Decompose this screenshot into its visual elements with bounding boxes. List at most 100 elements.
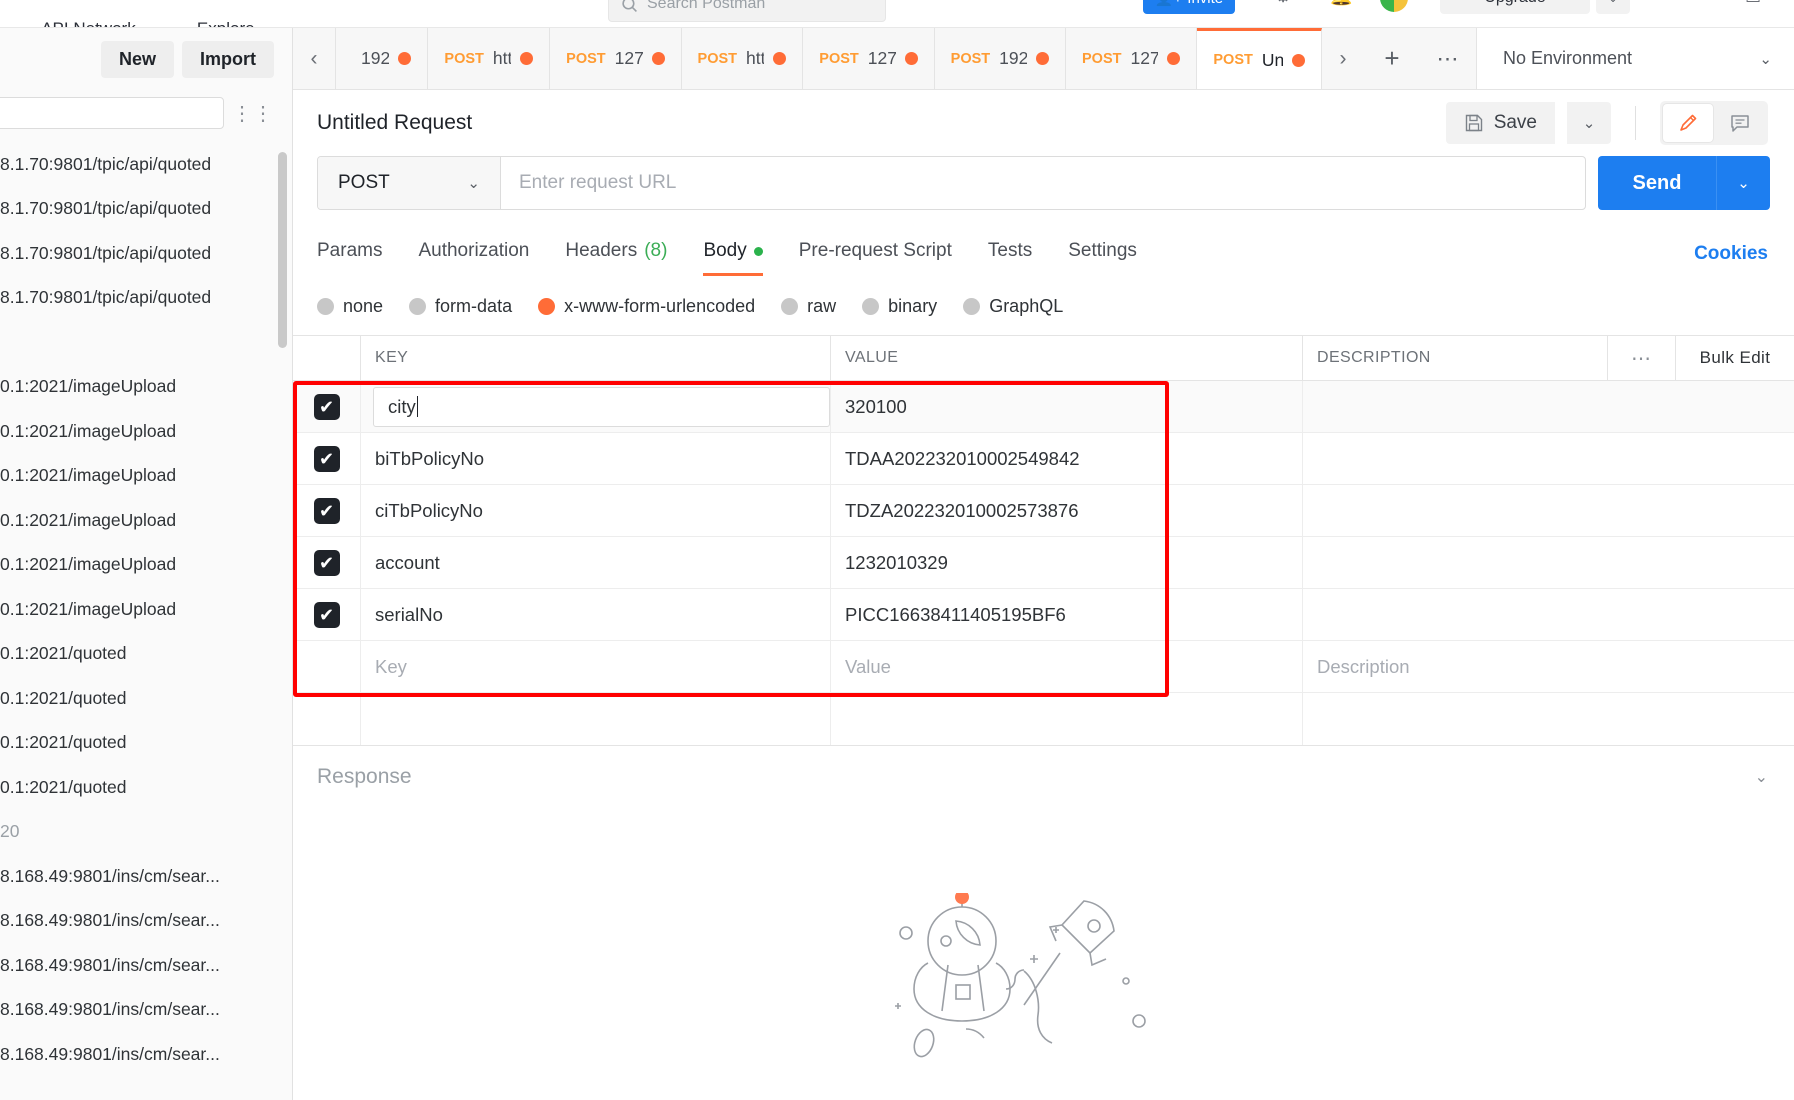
row-key-cell[interactable]: ciTbPolicyNo xyxy=(361,485,831,536)
row-key-cell[interactable]: biTbPolicyNo xyxy=(361,433,831,484)
body-type-graphql[interactable]: GraphQL xyxy=(963,296,1063,317)
row-description-cell[interactable] xyxy=(1303,485,1794,536)
body-type-none[interactable]: none xyxy=(317,296,383,317)
list-item[interactable]: 8.1.70:9801/tpic/api/quoted xyxy=(0,187,292,232)
tab-item[interactable]: POST htt xyxy=(428,28,551,89)
row-value-cell[interactable]: 320100 xyxy=(831,381,1303,432)
new-button[interactable]: New xyxy=(100,40,174,78)
list-item[interactable]: 0.1:2021/imageUpload xyxy=(0,543,292,588)
upgrade-caret-icon[interactable]: ⌄ xyxy=(1596,0,1630,14)
row-key-cell[interactable]: serialNo xyxy=(361,589,831,640)
row-value-cell[interactable]: 1232010329 xyxy=(831,537,1303,588)
row-checkbox-cell[interactable]: ✔ xyxy=(293,381,361,432)
workspace-caret-icon[interactable]: ⌄ xyxy=(6,22,15,27)
new-tab-button[interactable]: + xyxy=(1364,28,1420,89)
sidebar-filter-input[interactable] xyxy=(0,97,224,129)
save-options-caret-icon[interactable]: ⌄ xyxy=(1567,102,1611,144)
list-item[interactable]: 0.1:2021/quoted xyxy=(0,676,292,721)
chevron-down-icon[interactable]: ⌄ xyxy=(1755,767,1768,787)
bell-icon[interactable]: 🔔 xyxy=(1330,0,1352,7)
tab-item[interactable]: POST 127 xyxy=(1066,28,1198,89)
row-checkbox-cell[interactable]: ✔ xyxy=(293,485,361,536)
row-description-cell[interactable] xyxy=(1303,537,1794,588)
list-item[interactable]: 8.168.49:9801/ins/cm/sear... xyxy=(0,988,292,1033)
row-description-cell[interactable] xyxy=(1303,589,1794,640)
panel-toggle-icon[interactable]: ☐ xyxy=(1745,0,1761,7)
send-options-caret-icon[interactable]: ⌄ xyxy=(1716,156,1770,210)
list-item[interactable]: 8.1.70:9801/tpic/api/quoted xyxy=(0,276,292,321)
tab-params[interactable]: Params xyxy=(317,232,382,276)
url-input[interactable]: Enter request URL xyxy=(501,157,1585,209)
tab-body[interactable]: Body xyxy=(703,232,764,276)
tab-settings[interactable]: Settings xyxy=(1068,232,1137,276)
row-value-cell[interactable]: TDAA202232010002549842 xyxy=(831,433,1303,484)
row-description-cell[interactable] xyxy=(1303,433,1794,484)
more-horizontal-icon[interactable]: ⋮⋮ xyxy=(232,101,274,126)
list-item[interactable]: 0.1:2021/imageUpload xyxy=(0,587,292,632)
list-item[interactable]: 8.168.49:9801/ins/cm/sear... xyxy=(0,943,292,988)
table-options-icon[interactable]: ⋯ xyxy=(1608,335,1676,381)
list-item[interactable]: 0.1:2021/imageUpload xyxy=(0,498,292,543)
row-description-cell[interactable] xyxy=(1303,381,1794,432)
checkbox-checked-icon[interactable]: ✔ xyxy=(313,601,340,628)
body-type-binary[interactable]: binary xyxy=(862,296,937,317)
tab-item[interactable]: 192 xyxy=(335,28,429,89)
save-button[interactable]: Save xyxy=(1445,102,1555,144)
http-method-select[interactable]: POST ⌄ xyxy=(318,157,501,209)
body-type-raw[interactable]: raw xyxy=(781,296,836,317)
checkbox-checked-icon[interactable]: ✔ xyxy=(313,497,340,524)
avatar[interactable] xyxy=(1380,0,1408,12)
sidebar-history-list[interactable]: 8.1.70:9801/tpic/api/quoted 8.1.70:9801/… xyxy=(0,136,292,1100)
upgrade-button[interactable]: Upgrade xyxy=(1440,0,1590,14)
table-row[interactable]: ✔ account 1232010329 xyxy=(293,537,1794,589)
invite-button[interactable]: 👤+ Invite xyxy=(1143,0,1235,14)
import-button[interactable]: Import xyxy=(182,40,274,78)
tab-authorization[interactable]: Authorization xyxy=(418,232,529,276)
tab-item[interactable]: POST htt xyxy=(681,28,804,89)
key-input-active[interactable]: city xyxy=(373,386,830,427)
row-checkbox-cell[interactable]: ✔ xyxy=(293,589,361,640)
list-item[interactable]: 0.1:2021/imageUpload xyxy=(0,365,292,410)
list-item[interactable]: 8.1.70:9801/tpic/api/quoted xyxy=(0,142,292,187)
table-row[interactable]: ✔ ciTbPolicyNo TDZA202232010002573876 xyxy=(293,485,1794,537)
new-key-input[interactable]: Key xyxy=(361,641,831,692)
tab-item[interactable]: POST 127 xyxy=(803,28,935,89)
api-network-caret-icon[interactable]: ⌄ xyxy=(162,22,171,27)
checkbox-checked-icon[interactable]: ✔ xyxy=(313,549,340,576)
list-item[interactable]: 8.168.49:9801/ins/cm/sear... xyxy=(0,899,292,944)
edit-mode-button[interactable] xyxy=(1663,104,1713,142)
body-type-x-www-form-urlencoded[interactable]: x-www-form-urlencoded xyxy=(538,296,755,317)
nav-api-network[interactable]: API Network xyxy=(41,20,135,27)
list-item[interactable]: 0.1:2021/quoted xyxy=(0,765,292,810)
tab-tests[interactable]: Tests xyxy=(988,232,1032,276)
bulk-edit-button[interactable]: Bulk Edit xyxy=(1676,335,1794,381)
gear-icon[interactable]: ⚙ xyxy=(1275,0,1291,7)
tab-options-icon[interactable]: ⋯ xyxy=(1420,28,1476,89)
list-item[interactable]: 0.1:2021/imageUpload xyxy=(0,409,292,454)
chevron-left-icon[interactable]: ‹ xyxy=(293,28,335,89)
list-item[interactable]: 8.168.49:9801/ins/cm/sear... xyxy=(0,854,292,899)
new-value-input[interactable]: Value xyxy=(831,641,1303,692)
list-item[interactable]: 8.1.70:9801/tpic/api/quoted xyxy=(0,231,292,276)
checkbox-checked-icon[interactable]: ✔ xyxy=(313,445,340,472)
checkbox-checked-icon[interactable]: ✔ xyxy=(313,393,340,420)
list-item[interactable]: 0.1:2021/quoted xyxy=(0,632,292,677)
row-key-cell[interactable]: city xyxy=(361,381,831,432)
chevron-right-icon[interactable]: › xyxy=(1322,28,1364,89)
row-value-cell[interactable]: PICC16638411405195BF6 xyxy=(831,589,1303,640)
list-item[interactable]: 0.1:2021/imageUpload xyxy=(0,454,292,499)
table-row[interactable]: ✔ serialNo PICC16638411405195BF6 xyxy=(293,589,1794,641)
row-checkbox-cell[interactable]: ✔ xyxy=(293,537,361,588)
table-row[interactable]: ✔ biTbPolicyNo TDAA202232010002549842 xyxy=(293,433,1794,485)
tab-headers[interactable]: Headers (8) xyxy=(565,232,667,276)
sidebar-scrollbar[interactable] xyxy=(278,152,287,348)
tab-pre-request-script[interactable]: Pre-request Script xyxy=(799,232,952,276)
nav-explore[interactable]: Explore xyxy=(197,20,255,27)
comment-button[interactable] xyxy=(1715,104,1765,142)
tab-item-active[interactable]: POST Un xyxy=(1197,28,1322,89)
body-type-form-data[interactable]: form-data xyxy=(409,296,512,317)
row-checkbox-cell[interactable] xyxy=(293,641,361,692)
cookies-link[interactable]: Cookies xyxy=(1694,243,1768,265)
send-button[interactable]: Send xyxy=(1598,156,1716,210)
new-description-input[interactable]: Description xyxy=(1303,641,1794,692)
